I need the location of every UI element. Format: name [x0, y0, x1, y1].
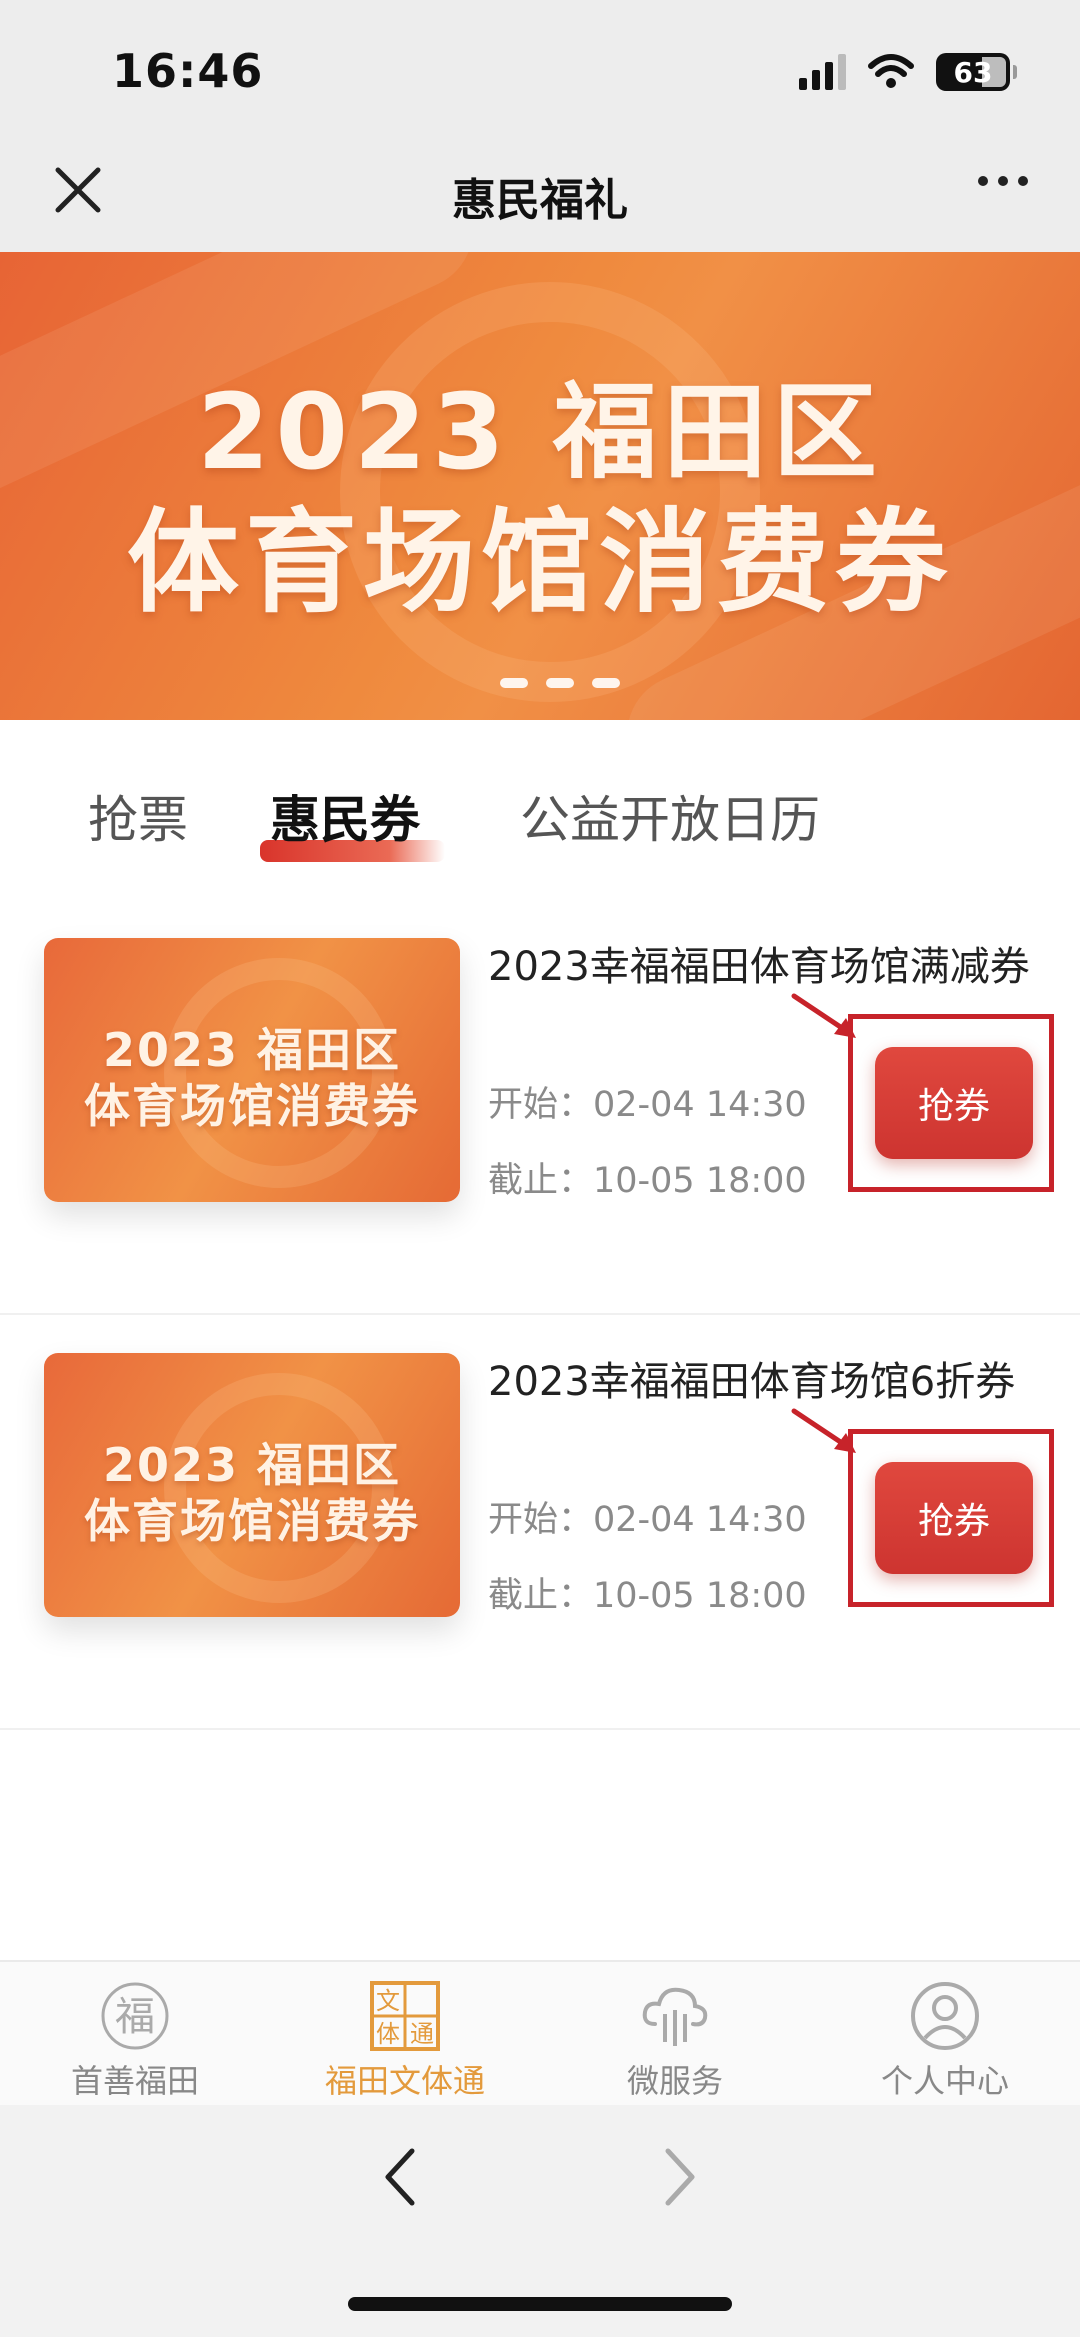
coupon-end-time: 截止：10-05 18:00 — [488, 1576, 807, 1616]
category-tabs: 抢票 惠民券 公益开放日历 — [0, 780, 1080, 870]
more-icon[interactable] — [978, 176, 1028, 186]
coupon-title: 2023幸福福田体育场馆满减券 — [488, 944, 1030, 990]
coupon-start-time: 开始：02-04 14:30 — [488, 1085, 807, 1125]
carousel-dot — [592, 678, 620, 688]
tab-coupons[interactable]: 惠民券 — [270, 780, 420, 852]
svg-text:通: 通 — [410, 2020, 434, 2048]
coupon-title: 2023幸福福田体育场馆6折券 — [488, 1359, 1016, 1405]
status-time: 16:46 — [112, 44, 264, 98]
coupon-thumbnail: 2023 福田区 体育场馆消费券 — [44, 1353, 460, 1617]
forward-icon[interactable] — [660, 2145, 700, 2209]
svg-text:福: 福 — [115, 1994, 155, 2040]
battery-level: 63 — [953, 55, 993, 89]
bottom-tab-label: 首善福田 — [70, 2062, 199, 2100]
wenti-icon: 文 体 通 — [370, 1981, 440, 2051]
coupon-thumbnail: 2023 福田区 体育场馆消费券 — [44, 938, 460, 1202]
page-title: 惠民福礼 — [452, 175, 628, 226]
svg-text:文: 文 — [376, 1987, 400, 2015]
carousel-indicator — [500, 678, 620, 688]
thumbnail-subtitle: 体育场馆消费券 — [84, 1494, 420, 1548]
bottom-tab-label: 微服务 — [626, 2062, 723, 2100]
carousel-dot — [546, 678, 574, 688]
bottom-tab-futian-wenti[interactable]: 文 体 通 福田文体通 — [270, 1980, 540, 2102]
browser-toolbar — [0, 2105, 1080, 2337]
bottom-tab-label: 福田文体通 — [324, 2062, 485, 2100]
home-indicator[interactable] — [348, 2297, 732, 2311]
bottom-tab-personal-center[interactable]: 个人中心 — [810, 1980, 1080, 2102]
list-item[interactable]: 2023 福田区 体育场馆消费券 2023幸福福田体育场馆满减券 开始：02-0… — [0, 900, 1080, 1315]
banner-subtitle: 体育场馆消费券 — [127, 498, 953, 628]
bottom-tab-label: 个人中心 — [880, 2062, 1009, 2100]
bottom-tab-micro-service[interactable]: 微服务 — [540, 1980, 810, 2102]
coupon-start-time: 开始：02-04 14:30 — [488, 1500, 807, 1540]
grab-coupon-button[interactable]: 抢券 — [875, 1047, 1033, 1159]
bottom-tab-shoushan-futian[interactable]: 福 首善福田 — [0, 1980, 270, 2102]
coupon-end-time: 截止：10-05 18:00 — [488, 1161, 807, 1201]
promo-banner[interactable]: 2023 福田区 体育场馆消费券 — [0, 252, 1080, 720]
cellular-signal-icon — [799, 54, 846, 90]
back-icon[interactable] — [380, 2145, 420, 2209]
user-icon — [911, 1982, 979, 2050]
grab-coupon-button[interactable]: 抢券 — [875, 1462, 1033, 1574]
fu-icon: 福 — [101, 1982, 169, 2050]
battery-icon: 63 — [936, 53, 1017, 91]
tab-tickets[interactable]: 抢票 — [88, 780, 188, 852]
cloud-service-icon — [642, 1987, 708, 2046]
annotation-highlight-box: 抢券 — [848, 1014, 1054, 1192]
bottom-tab-bar: 福 首善福田 文 体 通 福田文体通 微服务 个人中心 — [0, 1960, 1080, 2105]
top-bar: 16:46 63 惠民福礼 — [0, 0, 1080, 252]
thumbnail-subtitle: 体育场馆消费券 — [84, 1079, 420, 1133]
list-item[interactable]: 2023 福田区 体育场馆消费券 2023幸福福田体育场馆6折券 开始：02-0… — [0, 1315, 1080, 1730]
svg-text:体: 体 — [376, 2020, 400, 2048]
annotation-highlight-box: 抢券 — [848, 1429, 1054, 1607]
wifi-icon — [868, 54, 914, 88]
status-icons: 63 — [799, 50, 1017, 94]
carousel-dot — [500, 678, 528, 688]
tab-open-day-calendar[interactable]: 公益开放日历 — [520, 780, 820, 852]
